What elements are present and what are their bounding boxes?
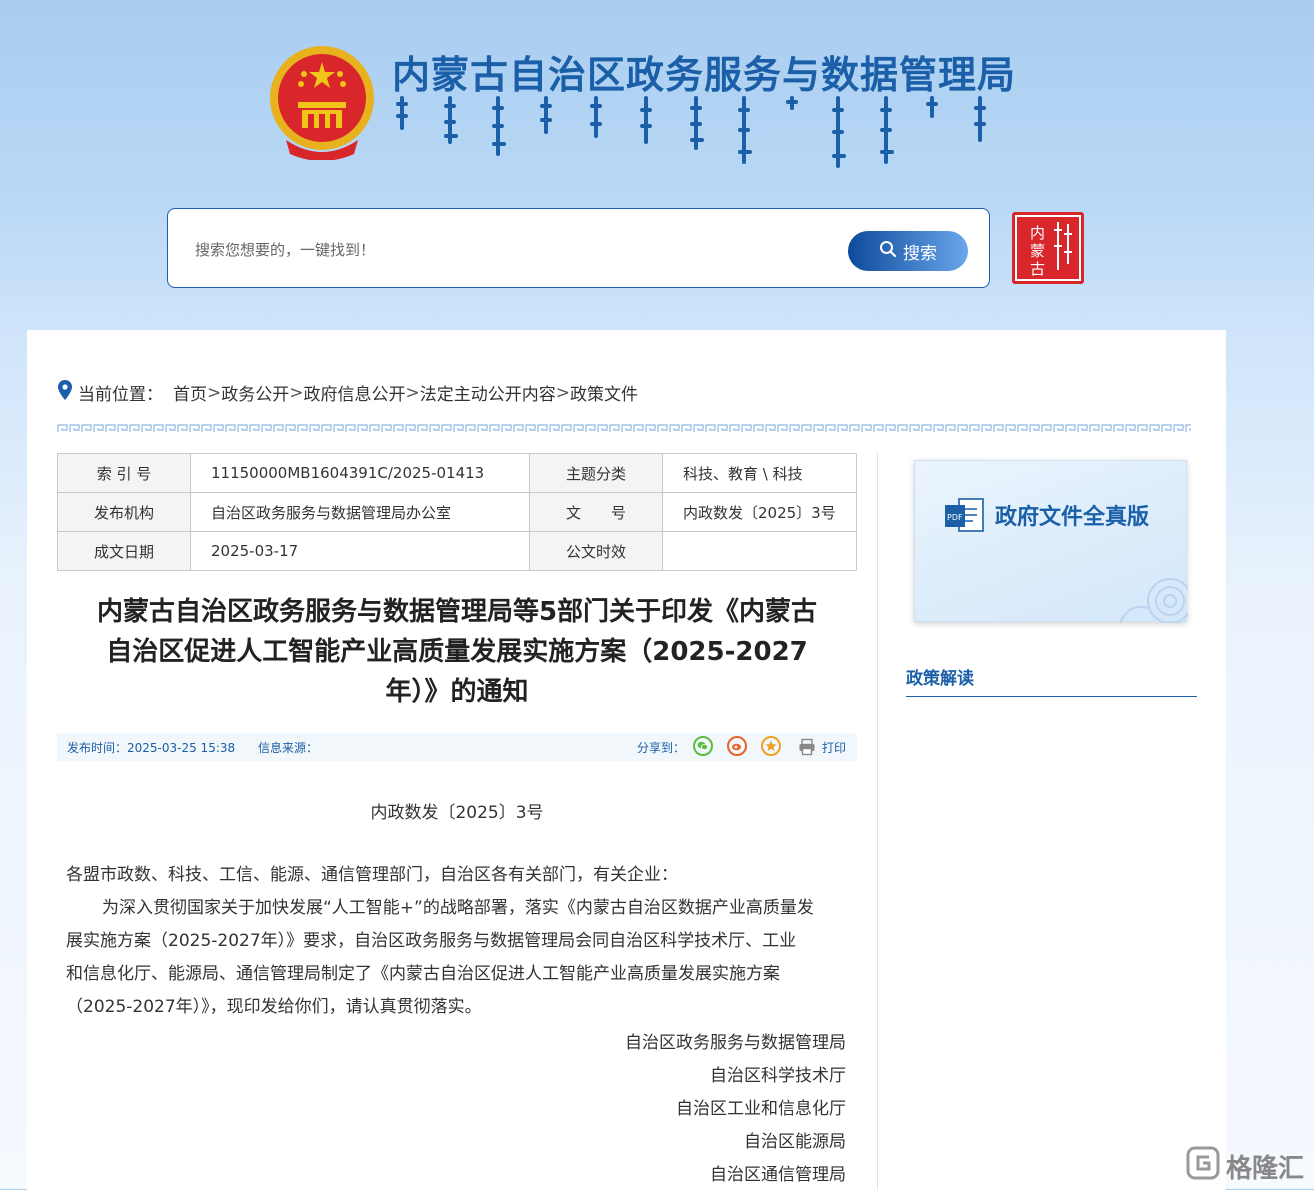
svg-text:内: 内 — [1030, 224, 1045, 242]
national-emblem — [268, 44, 376, 161]
salutation: 各盟市政数、科技、工信、能源、通信管理部门，自治区各有关部门，有关企业： — [66, 865, 678, 885]
search-box: 搜索 — [167, 208, 990, 288]
meta-value: 自治区政务服务与数据管理局办公室 — [190, 492, 530, 532]
publish-time: 发布时间：2025-03-25 15:38 — [67, 741, 236, 755]
meta-value: 11150000MB1604391C/2025-01413 — [190, 453, 530, 493]
breadcrumb-sep: > — [207, 382, 222, 403]
location-pin-icon — [58, 380, 72, 405]
watermark-logo-icon — [1186, 1146, 1220, 1187]
search-input[interactable] — [193, 237, 817, 263]
body-paragraph: 为深入贯彻国家关于加快发展“人工智能+”的战略部署，落实《内蒙古自治区数据产业高… — [66, 892, 848, 1024]
signature-line: 自治区工业和信息化厅 — [676, 1099, 846, 1119]
pdf-label: PDF — [947, 513, 963, 522]
watermark: 格隆汇 — [1186, 1146, 1304, 1187]
meta-label: 文 号 — [529, 492, 663, 532]
meta-value — [662, 531, 857, 571]
breadcrumb-sep: > — [289, 382, 304, 403]
pdf-document-icon: PDF — [945, 497, 989, 533]
meta-label: 发布机构 — [57, 492, 191, 532]
meta-value: 2025-03-17 — [190, 531, 530, 571]
policy-title-underline — [906, 696, 1197, 697]
signature-line: 自治区科学技术厅 — [710, 1066, 846, 1086]
sidebar-divider — [877, 453, 878, 1190]
breadcrumb-sep: > — [555, 382, 570, 403]
decorative-cloud-pattern — [1110, 561, 1193, 624]
breadcrumb-label: 当前位置： — [78, 385, 163, 405]
search-button-label: 搜索 — [903, 243, 937, 264]
search-icon — [879, 240, 897, 263]
wechat-icon[interactable] — [693, 736, 713, 756]
gov-document-fulltext-link[interactable]: PDF 政府文件全真版 — [914, 460, 1193, 624]
document-meta-table: 索 引 号 11150000MB1604391C/2025-01413 主题分类… — [57, 453, 857, 571]
policy-interpretation-title[interactable]: 政策解读 — [906, 664, 974, 689]
print-icon[interactable] — [798, 738, 816, 756]
breadcrumb-statutory[interactable]: 法定主动公开内容 — [420, 380, 556, 405]
watermark-text: 格隆汇 — [1226, 1154, 1305, 1184]
document-number: 内政数发〔2025〕3号 — [370, 803, 544, 823]
signature-line: 自治区能源局 — [744, 1132, 846, 1152]
svg-text:蒙: 蒙 — [1030, 242, 1045, 260]
search-button[interactable]: 搜索 — [848, 231, 968, 271]
article-title-line: 内蒙古自治区政务服务与数据管理局等5部门关于印发《内蒙古 — [96, 597, 818, 627]
signature-line: 自治区政务服务与数据管理局 — [625, 1033, 846, 1053]
info-source: 信息来源： — [258, 741, 319, 755]
body-line: （2025-2027年）》，现印发给你们，请认真贯彻落实。 — [66, 997, 482, 1017]
meta-value: 内政数发〔2025〕3号 — [662, 492, 857, 532]
breadcrumb-gov-affairs[interactable]: 政务公开 — [221, 380, 289, 405]
meta-label: 成文日期 — [57, 531, 191, 571]
print-button[interactable]: 打印 — [822, 739, 846, 756]
mongolian-seal-logo: 内 蒙 古 — [1012, 212, 1084, 284]
table-row: 成文日期 2025-03-17 公文时效 — [57, 531, 857, 571]
breadcrumb-home[interactable]: 首页 — [173, 380, 207, 405]
breadcrumb-policy-docs[interactable]: 政策文件 — [570, 380, 638, 405]
article-title-line: 年）》的通知 — [385, 677, 529, 707]
svg-text:古: 古 — [1030, 260, 1045, 278]
site-title: 内蒙古自治区政务服务与数据管理局 — [392, 53, 1017, 97]
meta-label: 公文时效 — [529, 531, 663, 571]
breadcrumb: 当前位置： 首页 > 政务公开 > 政府信息公开 > 法定主动公开内容 > 政策文件 — [58, 380, 638, 405]
body-line: 为深入贯彻国家关于加快发展“人工智能+”的战略部署，落实《内蒙古自治区数据产业高… — [102, 898, 814, 918]
meta-label: 索 引 号 — [57, 453, 191, 493]
body-line: 展实施方案（2025-2027年）》要求，自治区政务服务与数据管理局会同自治区科… — [66, 931, 797, 951]
meta-value: 科技、教育 \ 科技 — [662, 453, 857, 493]
decorative-divider — [57, 418, 1191, 433]
signature-line: 自治区通信管理局 — [710, 1165, 846, 1185]
fulltext-label: 政府文件全真版 — [995, 504, 1150, 530]
favorite-star-icon[interactable] — [761, 736, 781, 756]
breadcrumb-sep: > — [405, 382, 420, 403]
article-title-line: 自治区促进人工智能产业高质量发展实施方案（2025-2027 — [106, 637, 808, 667]
table-row: 发布机构 自治区政务服务与数据管理局办公室 文 号 内政数发〔2025〕3号 — [57, 492, 857, 532]
mongolian-script-title — [392, 96, 992, 168]
article-title: 内蒙古自治区政务服务与数据管理局等5部门关于印发《内蒙古 自治区促进人工智能产业… — [60, 592, 854, 712]
meta-label: 主题分类 — [529, 453, 663, 493]
table-row: 索 引 号 11150000MB1604391C/2025-01413 主题分类… — [57, 453, 857, 493]
body-line: 和信息化厅、能源局、通信管理局制定了《内蒙古自治区促进人工智能产业高质量发展实施… — [66, 964, 780, 984]
breadcrumb-gov-info[interactable]: 政府信息公开 — [304, 380, 406, 405]
share-label: 分享到： — [637, 741, 686, 755]
weibo-icon[interactable] — [727, 736, 747, 756]
article-info-bar: 发布时间：2025-03-25 15:38 信息来源： 分享到： 打印 — [57, 733, 857, 761]
